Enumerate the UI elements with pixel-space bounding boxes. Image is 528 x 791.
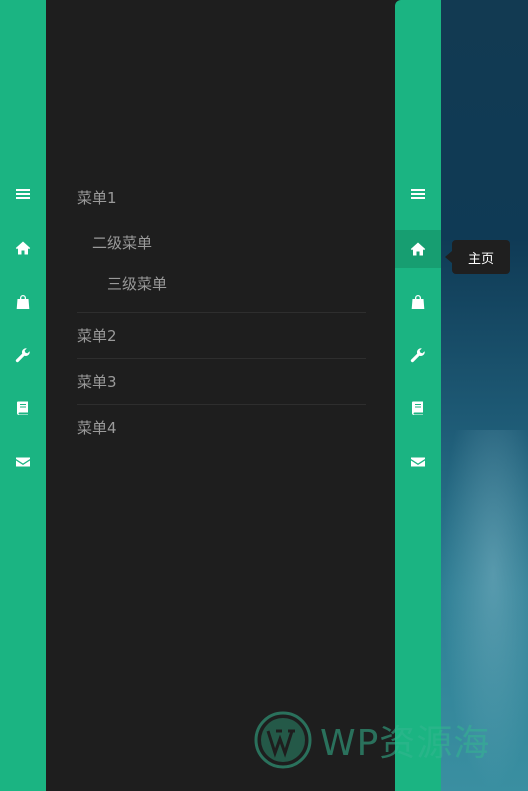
menu-icon[interactable] xyxy=(395,175,441,213)
shopping-bag-icon[interactable] xyxy=(395,283,441,321)
watermark-text: WP资源海 xyxy=(320,723,491,764)
book-icon[interactable] xyxy=(395,389,441,427)
wrench-icon[interactable] xyxy=(395,336,441,374)
book-icon[interactable] xyxy=(0,389,46,427)
background-image xyxy=(441,0,528,791)
submenu-item-level2[interactable]: 二级菜单 xyxy=(77,233,366,253)
wrench-icon[interactable] xyxy=(0,336,46,374)
shopping-bag-icon[interactable] xyxy=(0,283,46,321)
menu-item-2[interactable]: 菜单2 xyxy=(77,326,366,346)
watermark: WP资源海 xyxy=(254,711,490,769)
side-menu: 菜单1 二级菜单 三级菜单 菜单2 菜单3 菜单4 xyxy=(77,175,366,438)
menu-divider xyxy=(77,358,366,359)
menu-icon[interactable] xyxy=(0,175,46,213)
menu-divider xyxy=(77,404,366,405)
envelope-icon[interactable] xyxy=(0,443,46,481)
wordpress-logo-icon xyxy=(254,711,312,769)
menu-divider xyxy=(77,312,366,313)
home-tooltip: 主页 xyxy=(452,240,510,274)
menu-item-3[interactable]: 菜单3 xyxy=(77,372,366,392)
left-icon-rail xyxy=(0,0,46,791)
home-icon[interactable] xyxy=(395,230,441,268)
tooltip-arrow xyxy=(445,251,452,263)
home-icon[interactable] xyxy=(0,229,46,267)
menu-item-1[interactable]: 菜单1 xyxy=(77,188,366,208)
right-icon-rail xyxy=(395,0,441,791)
envelope-icon[interactable] xyxy=(395,443,441,481)
menu-item-4[interactable]: 菜单4 xyxy=(77,418,366,438)
submenu-item-level3[interactable]: 三级菜单 xyxy=(77,274,366,294)
